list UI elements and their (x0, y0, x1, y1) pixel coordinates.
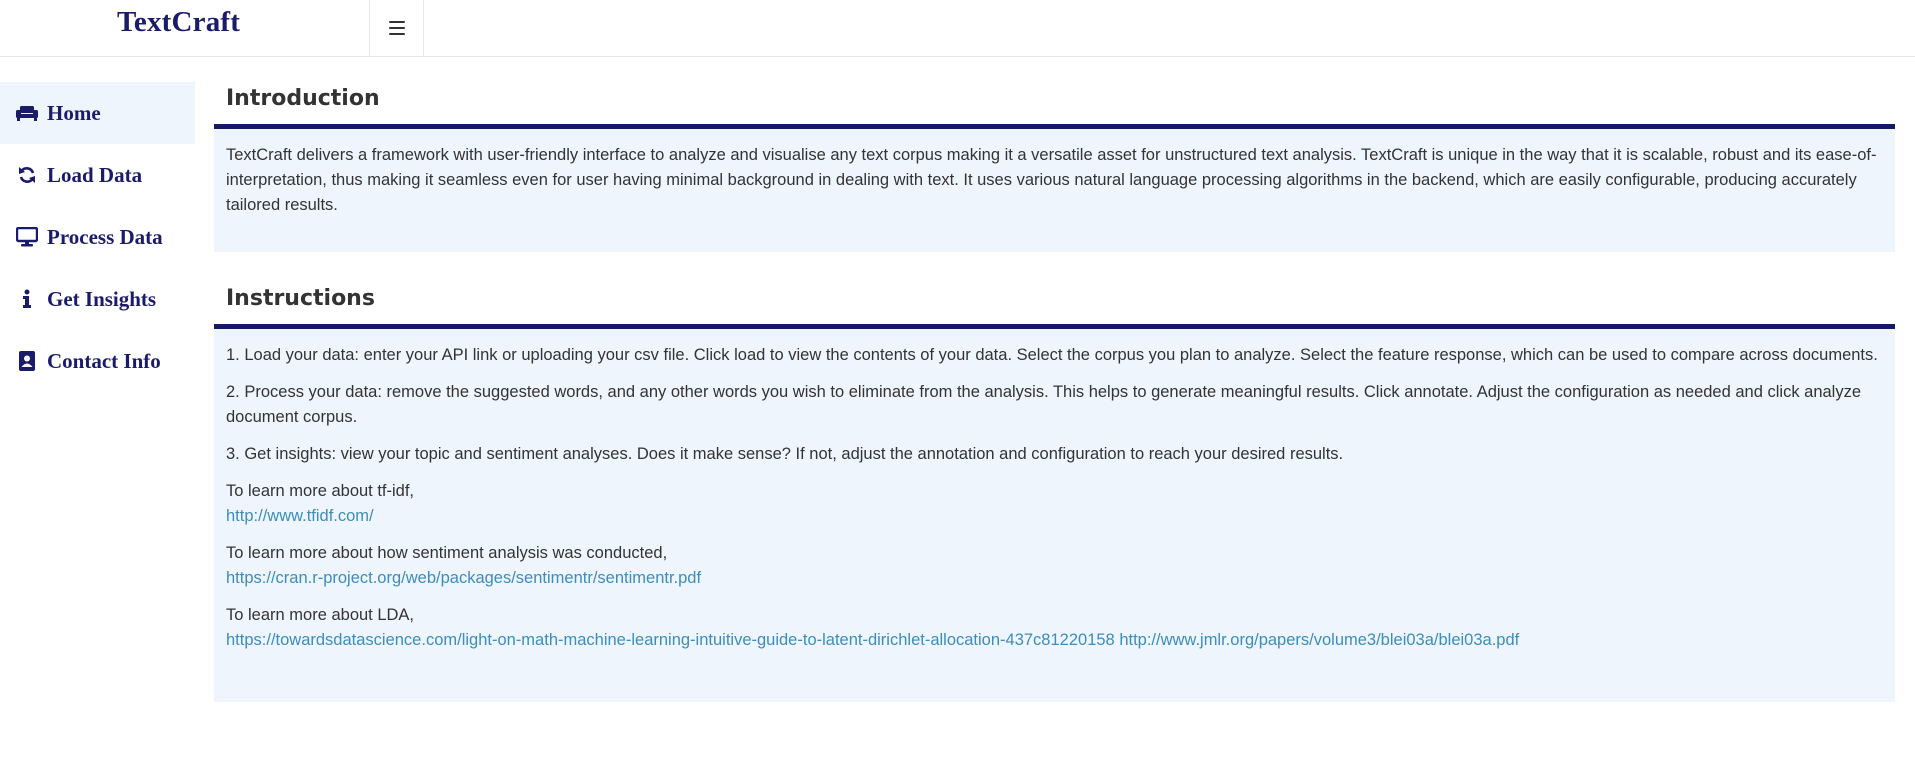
lda-link-towardsdatascience[interactable]: https://towardsdatascience.com/light-on-… (226, 631, 1115, 649)
sidebar-item-get-insights[interactable]: Get Insights (0, 268, 195, 330)
sidebar-item-label: Contact Info (47, 348, 161, 373)
refresh-icon (16, 165, 38, 185)
sidebar-item-process-data[interactable]: Process Data (0, 206, 195, 268)
sidebar-item-home[interactable]: Home (0, 82, 195, 144)
couch-icon (16, 103, 38, 123)
sentiment-label: To learn more about how sentiment analys… (226, 544, 668, 562)
tfidf-reference: To learn more about tf-idf, http://www.t… (226, 479, 1883, 529)
introduction-box: Introduction TextCraft delivers a framew… (214, 82, 1895, 252)
logo-area: TextCraft (0, 0, 370, 56)
tfidf-link[interactable]: http://www.tfidf.com/ (226, 507, 374, 525)
lda-link-jmlr[interactable]: http://www.jmlr.org/papers/volume3/blei0… (1119, 631, 1519, 649)
top-header: TextCraft (0, 0, 1915, 57)
lda-label: To learn more about LDA, (226, 606, 415, 624)
sidebar-item-label: Process Data (47, 224, 163, 249)
sidebar-toggle-button[interactable] (370, 0, 424, 56)
instructions-box: Instructions 1. Load your data: enter yo… (214, 282, 1895, 702)
introduction-text: TextCraft delivers a framework with user… (226, 146, 1877, 214)
instructions-body: 1. Load your data: enter your API link o… (214, 329, 1895, 685)
sidebar-item-contact-info[interactable]: Contact Info (0, 330, 195, 392)
sidebar-item-load-data[interactable]: Load Data (0, 144, 195, 206)
app-logo[interactable]: TextCraft (117, 6, 240, 39)
introduction-body: TextCraft delivers a framework with user… (214, 129, 1895, 250)
introduction-header: Introduction (214, 82, 1895, 129)
info-icon (16, 289, 38, 309)
instruction-step-3: 3. Get insights: view your topic and sen… (226, 445, 1344, 463)
tfidf-label: To learn more about tf-idf, (226, 482, 415, 500)
lda-reference: To learn more about LDA, https://towards… (226, 603, 1883, 653)
introduction-title: Introduction (226, 86, 380, 111)
instruction-step-1: 1. Load your data: enter your API link o… (226, 346, 1878, 364)
instructions-title: Instructions (226, 286, 375, 311)
instructions-header: Instructions (214, 282, 1895, 329)
sidebar-item-label: Get Insights (47, 286, 157, 311)
hamburger-icon (388, 21, 405, 35)
instruction-step-2: 2. Process your data: remove the suggest… (226, 383, 1862, 426)
sentiment-link[interactable]: https://cran.r-project.org/web/packages/… (226, 569, 701, 587)
address-book-icon (16, 351, 38, 371)
sidebar-item-label: Load Data (47, 162, 143, 187)
desktop-icon (16, 227, 38, 247)
sentiment-reference: To learn more about how sentiment analys… (226, 541, 1883, 591)
sidebar: Home Load Data Process Data Get Insights… (0, 82, 195, 392)
sidebar-item-label: Home (47, 100, 101, 125)
